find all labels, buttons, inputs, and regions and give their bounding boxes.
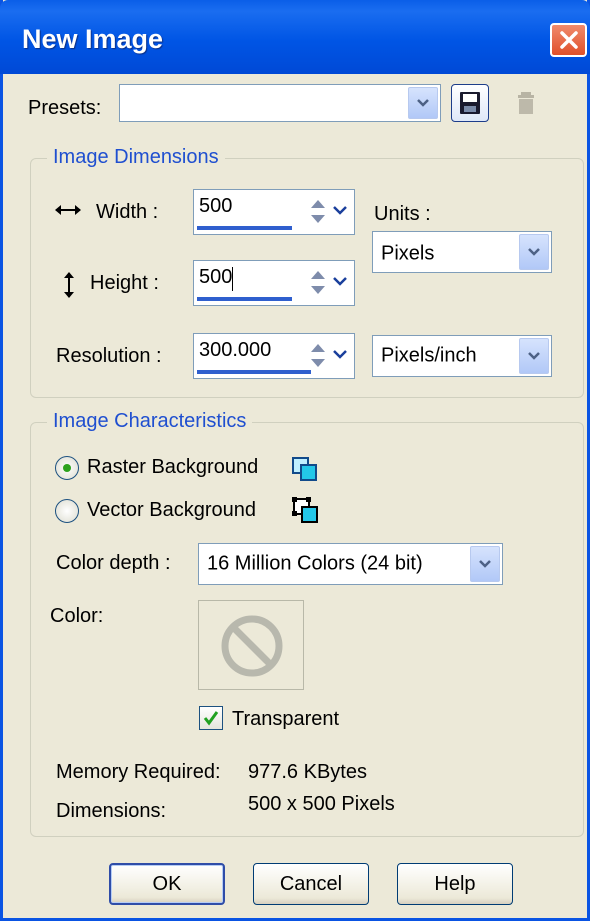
chevron-down-icon[interactable] [519,234,549,270]
ok-button[interactable]: OK [109,863,225,905]
units-label: Units : [374,203,431,225]
transparent-label[interactable]: Transparent [232,708,339,731]
trash-icon [518,92,534,114]
width-input[interactable]: 500 [193,189,355,235]
cancel-button[interactable]: Cancel [253,863,369,905]
color-label: Color: [50,605,104,627]
dialog-title: New Image [22,24,164,54]
help-button-label: Help [434,872,476,895]
no-color-icon [221,615,283,677]
image-dimensions-title: Image Dimensions [47,146,225,169]
height-label: Height : [90,272,159,294]
color-swatch[interactable] [198,600,304,690]
width-label: Width : [96,201,159,223]
height-value: 500 [199,266,233,288]
height-dropdown-icon[interactable] [330,271,350,291]
resolution-spinner-icon[interactable] [308,337,328,375]
resolution-label: Resolution : [56,345,162,367]
height-input[interactable]: 500 [193,260,355,306]
raster-layer-icon [292,457,317,481]
resolution-input[interactable]: 300.000 [193,333,355,379]
color-depth-dropdown[interactable]: 16 Million Colors (24 bit) [198,543,503,585]
height-spinner-icon[interactable] [308,264,328,302]
close-icon [559,31,578,49]
checkmark-icon [203,711,219,726]
resolution-units-dropdown[interactable]: Pixels/inch [372,335,552,377]
save-preset-button[interactable] [451,84,489,122]
cancel-button-label: Cancel [279,872,343,895]
units-value: Pixels [381,242,435,265]
raster-background-label[interactable]: Raster Background [87,456,258,479]
height-progress-bar [197,297,292,301]
text-cursor [232,267,233,291]
radio-selected-dot [63,464,71,472]
chevron-down-icon[interactable] [519,338,549,374]
close-button[interactable] [550,23,587,57]
new-image-dialog: New Image Presets: Image Dimensions Widt… [0,0,590,921]
vector-background-radio[interactable] [55,499,79,523]
resolution-value: 300.000 [199,339,272,361]
dimensions-value: 500 x 500 Pixels [248,793,395,815]
presets-dropdown[interactable] [119,84,441,122]
resolution-progress-bar [197,370,311,374]
color-depth-value: 16 Million Colors (24 bit) [207,552,423,575]
title-bar[interactable]: New Image [0,0,590,74]
color-depth-label: Color depth : [56,552,171,574]
units-dropdown[interactable]: Pixels [372,231,552,273]
width-dropdown-icon[interactable] [330,200,350,220]
presets-label: Presets: [28,97,102,119]
vector-layer-icon [292,497,318,523]
memory-required-value: 977.6 KBytes [248,761,367,783]
chevron-down-icon[interactable] [408,87,438,119]
ok-button-label: OK [152,872,182,895]
transparent-checkbox[interactable] [199,706,223,730]
resolution-units-value: Pixels/inch [381,344,477,367]
dimensions-label: Dimensions: [56,800,167,822]
floppy-disk-icon [460,92,480,114]
chevron-down-icon[interactable] [470,546,500,582]
width-value: 500 [199,195,233,217]
resolution-dropdown-icon[interactable] [330,344,350,364]
image-characteristics-title: Image Characteristics [47,410,253,433]
memory-required-label: Memory Required: [56,761,221,783]
width-arrow-icon [55,205,81,215]
delete-preset-button[interactable] [508,84,546,122]
width-progress-bar [197,226,292,230]
vector-background-label[interactable]: Vector Background [87,499,256,522]
raster-background-radio[interactable] [55,456,79,480]
height-arrow-icon [64,272,74,298]
width-spinner-icon[interactable] [308,193,328,231]
help-button[interactable]: Help [397,863,513,905]
